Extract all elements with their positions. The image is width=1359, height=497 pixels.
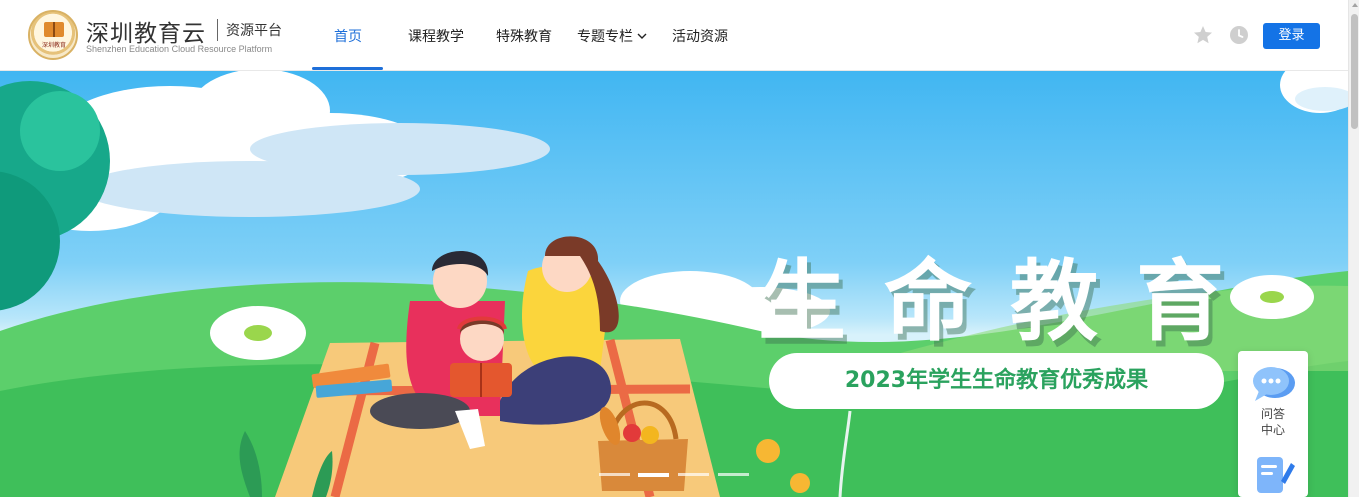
side-item-document[interactable] <box>1238 451 1308 497</box>
nav-item-course-teaching[interactable]: 课程教学 <box>408 26 464 46</box>
site-logo[interactable]: 深圳教育 深圳教育云 资源平台 Shenzhen Education Cloud… <box>28 10 298 62</box>
banner-title: 生命教育 <box>758 250 1263 353</box>
side-item-qa-label: 问答中心 <box>1260 407 1285 437</box>
nav-item-topics-label: 专题专栏 <box>577 29 633 45</box>
carousel-dot-3[interactable] <box>678 473 709 476</box>
brand-divider <box>217 19 218 41</box>
brand-name: 深圳教育云 <box>86 21 206 47</box>
nav-item-topics[interactable]: 专题专栏 <box>577 26 647 46</box>
carousel-dot-4[interactable] <box>718 473 749 476</box>
carousel-dot-1[interactable] <box>599 473 630 476</box>
chevron-down-icon <box>637 33 647 39</box>
document-edit-icon <box>1257 457 1295 493</box>
nav-item-activity-resources[interactable]: 活动资源 <box>672 26 728 46</box>
scroll-up-arrow-icon[interactable] <box>1352 3 1358 7</box>
brand-english-name: Shenzhen Education Cloud Resource Platfo… <box>86 44 273 54</box>
page-scrollbar[interactable] <box>1348 0 1359 497</box>
logo-seal-icon: 深圳教育 <box>28 10 78 60</box>
side-item-qa-center[interactable]: 问答中心 <box>1238 351 1308 443</box>
scrollbar-thumb[interactable] <box>1351 14 1358 129</box>
clock-icon[interactable] <box>1228 24 1250 46</box>
banner-subtitle-pill[interactable]: 2023年学生生命教育优秀成果 <box>769 353 1224 409</box>
star-icon[interactable] <box>1192 24 1214 46</box>
carousel-dot-2[interactable] <box>638 473 669 477</box>
nav-active-underline <box>312 67 383 70</box>
brand-subtitle: 资源平台 <box>226 23 282 39</box>
floating-side-panel: 问答中心 <box>1238 351 1308 497</box>
hero-banner[interactable]: 生命教育 2023年学生生命教育优秀成果 <box>0 71 1348 497</box>
nav-item-special-education[interactable]: 特殊教育 <box>496 26 552 46</box>
nav-item-home[interactable]: 首页 <box>334 26 362 46</box>
chat-bubble-icon <box>1253 367 1295 401</box>
login-button[interactable]: 登录 <box>1263 23 1320 49</box>
top-header: 深圳教育 深圳教育云 资源平台 Shenzhen Education Cloud… <box>0 0 1348 71</box>
